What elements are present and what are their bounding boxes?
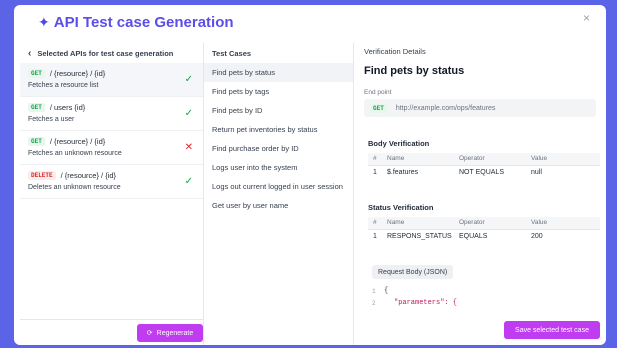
column-header: Operator	[454, 153, 526, 165]
method-badge: GET	[370, 103, 387, 113]
table-cell: 1	[368, 228, 382, 243]
sparkle-icon: ✦	[38, 13, 50, 30]
test-cases-panel: Test Cases Find pets by status Find pets…	[204, 43, 354, 345]
endpoint-label: End point	[364, 89, 392, 96]
method-badge: DELETE	[28, 171, 56, 180]
request-body-label: Request Body (JSON)	[372, 265, 454, 279]
error-icon: ✕	[184, 142, 193, 153]
method-badge: GET	[28, 137, 45, 146]
save-selected-test-case-button[interactable]: Save selected test case	[504, 321, 600, 339]
close-icon[interactable]: ×	[583, 11, 590, 25]
status-verification-table: # Name Operator Value 1 RESPONS_STATUS E…	[368, 217, 600, 243]
test-case-item[interactable]: Find pets by status	[204, 63, 353, 82]
table-cell: NOT EQUALS	[454, 164, 526, 179]
table-cell: null	[526, 164, 600, 179]
column-header: Name	[382, 217, 454, 229]
check-icon: ✓	[184, 108, 193, 119]
api-path: / {resource} / {id}	[49, 137, 106, 146]
modal: ✦ API Test case Generation × ‹ Selected …	[14, 5, 606, 345]
api-path: / {resource} / {id}	[60, 171, 117, 180]
regenerate-button[interactable]: ⟳ Regenerate	[137, 324, 203, 342]
test-case-item[interactable]: Logs user into the system	[204, 158, 353, 177]
table-cell: $.features	[382, 164, 454, 179]
body-verification-title: Body Verification	[368, 139, 430, 148]
status-verification-title: Status Verification	[368, 203, 434, 212]
column-header: Value	[526, 153, 600, 165]
back-icon[interactable]: ‹	[28, 48, 31, 59]
api-list-panel: ‹ Selected APIs for test case generation…	[20, 43, 204, 345]
code-line: 1 {	[372, 285, 600, 297]
api-item[interactable]: DELETE / {resource} / {id} Deletes an un…	[20, 165, 203, 199]
table-cell: 1	[368, 164, 382, 179]
table-cell: 200	[526, 228, 600, 243]
modal-header: ✦ API Test case Generation ×	[14, 5, 606, 39]
test-cases-title: Test Cases	[212, 48, 252, 58]
column-header: #	[368, 217, 382, 229]
code-line: 2 "parameters": {	[372, 297, 600, 309]
api-list-title: Selected APIs for test case generation	[37, 48, 174, 58]
api-item[interactable]: GET / users {id} Fetches a user ✓	[20, 97, 203, 131]
test-case-item[interactable]: Get user by user name	[204, 196, 353, 215]
api-list-footer: ⟳ Regenerate	[20, 319, 203, 345]
api-description: Deletes an unknown resource	[28, 184, 121, 191]
body-verification-table: # Name Operator Value 1 $.features NOT E…	[368, 153, 600, 179]
table-row: 1 $.features NOT EQUALS null	[368, 164, 600, 179]
test-case-item[interactable]: Return pet inventories by status	[204, 120, 353, 139]
test-case-title: Find pets by status	[364, 65, 465, 77]
api-list-header: ‹ Selected APIs for test case generation	[20, 43, 203, 63]
api-description: Fetches an unknown resource	[28, 150, 122, 157]
endpoint-field[interactable]: GET http://example.com/ops/features	[364, 99, 596, 117]
verification-heading: Verification Details	[364, 46, 426, 56]
test-case-item[interactable]: Find pets by tags	[204, 82, 353, 101]
table-cell: EQUALS	[454, 228, 526, 243]
table-cell: RESPONS_STATUS	[382, 228, 454, 243]
code-text: "parameters": {	[394, 299, 458, 307]
refresh-icon: ⟳	[146, 330, 153, 337]
modal-title: API Test case Generation	[53, 13, 234, 31]
column-header: Name	[382, 153, 454, 165]
verification-panel: Verification Details Find pets by status…	[354, 43, 606, 345]
method-badge: GET	[28, 69, 45, 78]
column-header: Value	[526, 217, 600, 229]
code-text: {	[384, 287, 389, 295]
test-case-item[interactable]: Find purchase order by ID	[204, 139, 353, 158]
endpoint-url: http://example.com/ops/features	[395, 104, 496, 112]
test-case-item[interactable]: Find pets by ID	[204, 101, 353, 120]
api-path: / users {id}	[49, 103, 86, 112]
check-icon: ✓	[184, 176, 193, 187]
column-header: #	[368, 153, 382, 165]
api-description: Fetches a user	[28, 116, 75, 123]
line-number: 1	[372, 287, 376, 295]
method-badge: GET	[28, 103, 45, 112]
api-description: Fetches a resource list	[28, 82, 99, 89]
regenerate-label: Regenerate	[156, 329, 194, 337]
test-case-item[interactable]: Logs out current logged in user session	[204, 177, 353, 196]
api-path: / {resource} / {id}	[49, 69, 106, 78]
column-header: Operator	[454, 217, 526, 229]
api-item[interactable]: GET / {resource} / {id} Fetches a resour…	[20, 63, 203, 97]
api-item[interactable]: GET / {resource} / {id} Fetches an unkno…	[20, 131, 203, 165]
check-icon: ✓	[184, 74, 193, 85]
request-body-editor[interactable]: 1 { 2 "parameters": {	[372, 285, 600, 325]
line-number: 2	[372, 299, 376, 307]
table-row: 1 RESPONS_STATUS EQUALS 200	[368, 228, 600, 243]
